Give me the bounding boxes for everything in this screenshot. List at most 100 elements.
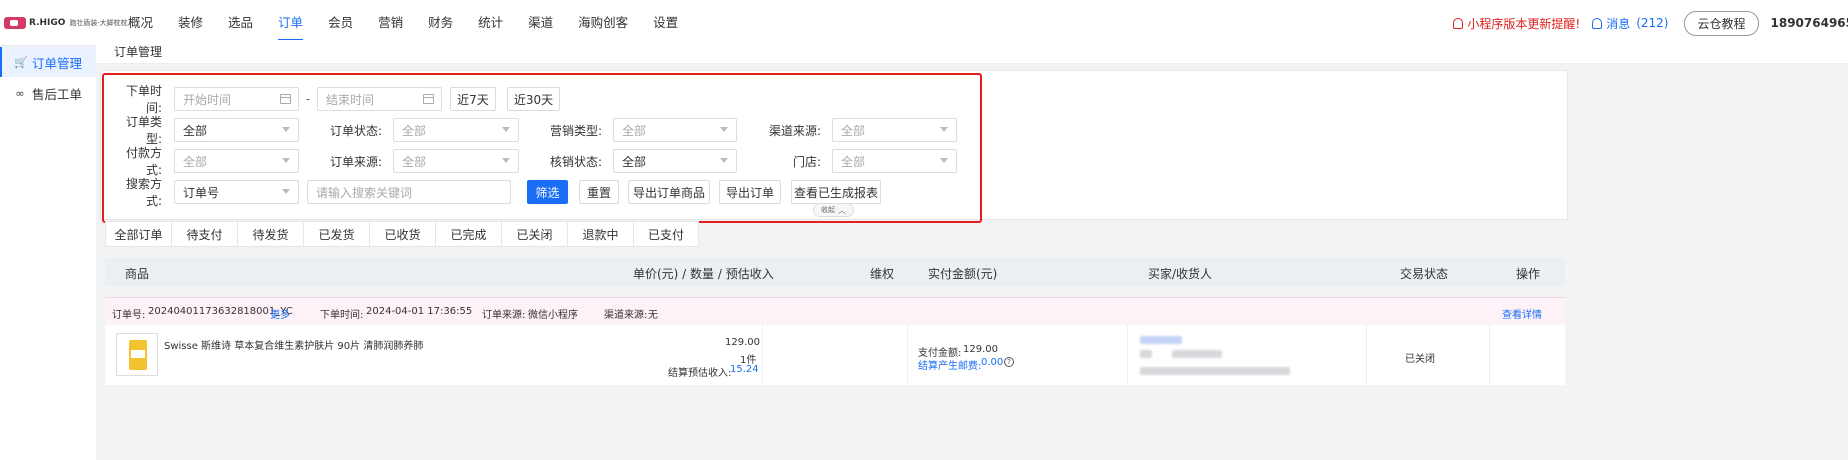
breadcrumb: 订单管理 [96,40,1848,64]
end-time-input[interactable]: 结束时间 [317,87,442,111]
chevron-down-icon [720,127,728,132]
nav-item-channels[interactable]: 渠道 [528,0,553,46]
sidebar-item-after-sales[interactable]: ∞ 售后工单 [0,78,96,108]
order-time: 2024-04-01 17:36:55 [366,306,473,317]
payment-amount: 129.00 [963,344,998,355]
view-reports-button[interactable]: 查看已生成报表 [791,180,881,204]
search-input-placeholder: 请输入搜索关键词 [316,185,413,200]
store-select[interactable]: 全部 [832,149,957,173]
unit-price: 129.00 [725,337,760,348]
chevron-down-icon [282,189,290,194]
payment-method-label: 付款方式: [125,146,162,177]
tab-completed[interactable]: 已完成 [435,221,501,247]
nav-item-maker[interactable]: 海购创客 [578,0,628,46]
channel-source-select[interactable]: 全部 [832,118,957,142]
view-details-link[interactable]: 查看详情 [1502,306,1542,321]
cell-divider [1366,325,1367,385]
sidebar-item-order-management[interactable]: 🛒 订单管理 [0,47,96,77]
estimated-income: 15.24 [730,364,759,375]
order-type-select[interactable]: 全部 [174,118,299,142]
chevron-down-icon [940,158,948,163]
search-input[interactable]: 请输入搜索关键词 [307,180,511,204]
messages-label: 消息 [1606,16,1631,31]
order-item-row: Swisse 斯维诗 草本复合维生素护肤片 90片 清肺润肺养肺 129.00 … [105,325,1565,385]
order-status-select[interactable]: 全部 [393,118,519,142]
order-type-value: 全部 [183,123,208,138]
order-source-value: 全部 [402,154,427,169]
brand-logo[interactable]: R.HIGO 跑壮盾装·大脚枕枕 [0,16,128,29]
verify-status-select[interactable]: 全部 [613,149,737,173]
end-time-placeholder: 结束时间 [326,92,375,107]
cell-divider [1127,325,1128,385]
store-label: 门店: [792,154,821,169]
filter-button[interactable]: 筛选 [527,180,568,204]
order-no-label: 订单号: [112,310,146,321]
message-bell-icon [1592,17,1603,29]
channel-source: 无 [648,310,658,321]
cloud-tutorial-button[interactable]: 云仓教程 [1684,10,1759,36]
search-mode-value: 订单号 [183,185,220,200]
nav-item-overview[interactable]: 概况 [128,0,153,46]
tab-shipped[interactable]: 已发货 [303,221,369,247]
tab-pending-shipment[interactable]: 待发货 [237,221,303,247]
nav-item-decoration[interactable]: 装修 [178,0,203,46]
logo-subtitle: 跑壮盾装·大脚枕枕 [69,18,128,27]
buyer-name-redacted [1140,336,1182,344]
order-source-select[interactable]: 全部 [393,149,519,173]
last-7-days-button[interactable]: 近7天 [450,87,496,111]
messages-link[interactable]: 消息 (212) [1592,15,1668,32]
verify-status-value: 全部 [622,154,647,169]
logo-icon [4,16,26,29]
collapse-button[interactable]: 收起 ︿ [813,203,854,217]
collapse-label: 收起 [821,206,835,214]
estimated-income-label: 结算预估收入: [668,368,732,379]
tab-closed[interactable]: 已关闭 [501,221,567,247]
bell-icon [1453,17,1464,29]
export-orders-button[interactable]: 导出订单 [719,180,781,204]
tab-refunding[interactable]: 退款中 [567,221,633,247]
nav-item-members[interactable]: 会员 [328,0,353,46]
tab-pending-payment[interactable]: 待支付 [171,221,237,247]
store-value: 全部 [841,154,866,169]
search-mode-select[interactable]: 订单号 [174,180,299,204]
cell-divider [1489,325,1490,385]
trade-status: 已关闭 [1405,354,1435,365]
nav-item-statistics[interactable]: 统计 [478,0,503,46]
order-time-label: 下单时间: [125,84,162,115]
chevron-down-icon [720,158,728,163]
start-time-placeholder: 开始时间 [183,92,232,107]
logo-text: R.HIGO [29,17,66,28]
update-alert[interactable]: 小程序版本更新提醒! [1453,15,1580,32]
cell-divider [762,325,763,385]
postage-fee-label: 结算产生邮费: [918,361,982,372]
nav-item-finance[interactable]: 财务 [428,0,453,46]
nav-item-products[interactable]: 选品 [228,0,253,46]
payment-method-select[interactable]: 全部 [174,149,299,173]
nav-item-settings[interactable]: 设置 [653,0,678,46]
tab-all-orders[interactable]: 全部订单 [105,221,171,247]
tab-paid[interactable]: 已支付 [633,221,699,247]
tab-received[interactable]: 已收货 [369,221,435,247]
postage-fee: 0.00 [981,357,1004,368]
sidebar-item-label: 售后工单 [32,86,83,102]
sidebar-item-label: 订单管理 [32,55,83,71]
product-name[interactable]: Swisse 斯维诗 草本复合维生素护肤片 90片 清肺润肺养肺 [164,337,423,352]
channel-source-value: 全部 [841,123,866,138]
nav-item-orders[interactable]: 订单 [278,0,304,46]
chevron-down-icon [502,158,510,163]
export-order-goods-button[interactable]: 导出订单商品 [628,180,710,204]
product-thumbnail[interactable] [116,333,158,376]
update-alert-text: 小程序版本更新提醒! [1467,16,1581,31]
account-phone[interactable]: 1890764965 [1771,16,1848,30]
question-icon[interactable]: ? [1004,357,1014,367]
search-mode-label: 搜索方式: [125,177,162,208]
marketing-type-select[interactable]: 全部 [613,118,737,142]
nav-item-marketing[interactable]: 营销 [378,0,403,46]
order-more-link[interactable]: 更多 [270,306,290,321]
date-range-separator: - [305,92,311,106]
start-time-input[interactable]: 开始时间 [174,87,299,111]
last-30-days-button[interactable]: 近30天 [507,87,560,111]
header-goods: 商品 [125,267,150,281]
main-nav: 概况 装修 选品 订单 会员 营销 财务 统计 渠道 海购创客 设置 [128,0,703,46]
reset-button[interactable]: 重置 [579,180,619,204]
